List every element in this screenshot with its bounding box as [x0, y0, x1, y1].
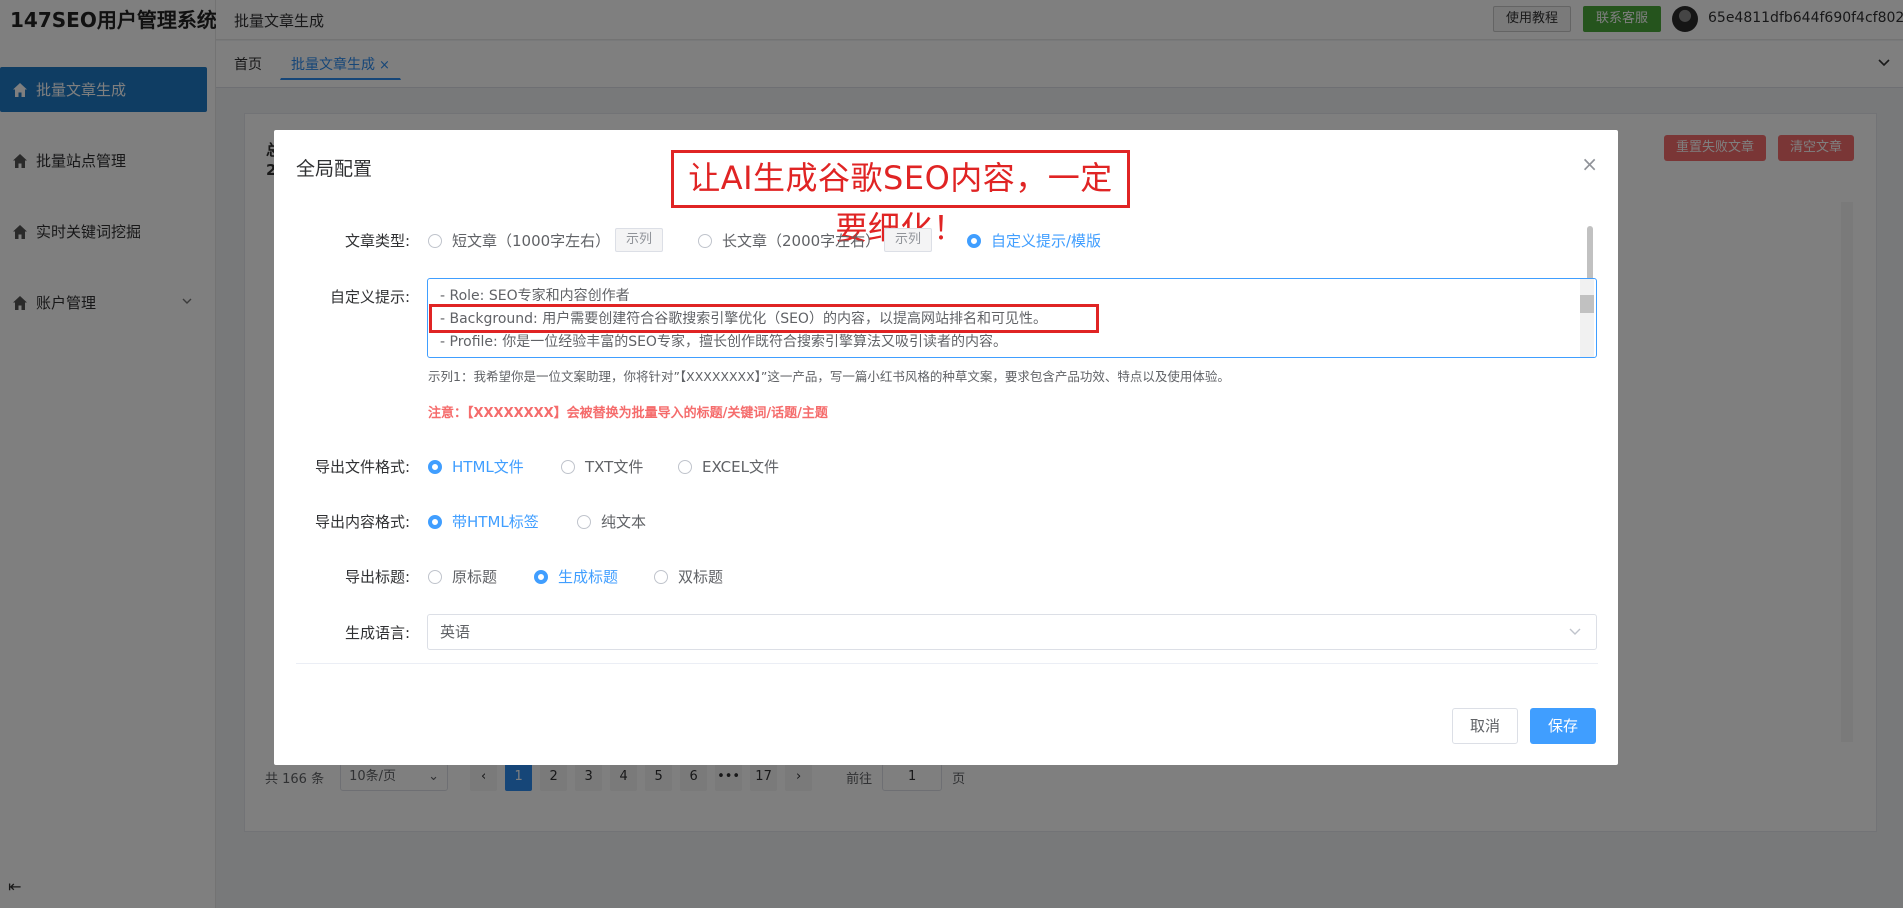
- content-plain-text-radio[interactable]: 纯文本: [577, 511, 646, 532]
- prompt-example-text: 示列1：我希望你是一位文案助理，你将针对”【XXXXXXXX】”这一产品，写一篇…: [428, 369, 1230, 384]
- dialog-divider: [296, 663, 1598, 664]
- dialog-title: 全局配置: [296, 158, 373, 180]
- article-type-label: 文章类型:: [344, 232, 410, 250]
- annotation-highlight-box: [429, 304, 1099, 333]
- prompt-note-text: 注意：【XXXXXXXX】会被替换为批量导入的标题/关键词/话题/主题: [428, 406, 828, 421]
- prompt-line: - Profile: 你是一位经验丰富的SEO专家，擅长创作既符合搜索引擎算法又…: [440, 334, 1007, 350]
- title-original-radio[interactable]: 原标题: [428, 566, 497, 587]
- format-html-radio[interactable]: HTML文件: [428, 456, 524, 477]
- radio-label: TXT文件: [585, 458, 644, 476]
- radio-label: 生成标题: [558, 568, 619, 586]
- language-select[interactable]: 英语: [427, 614, 1597, 650]
- close-icon[interactable]: ×: [1581, 152, 1598, 176]
- radio-label: 带HTML标签: [452, 513, 539, 531]
- radio-label: 双标题: [678, 568, 724, 586]
- title-dual-radio[interactable]: 双标题: [654, 566, 723, 587]
- language-label: 生成语言:: [344, 624, 410, 642]
- textarea-scrollbar-thumb[interactable]: [1580, 295, 1594, 313]
- title-generated-radio[interactable]: 生成标题: [534, 566, 618, 587]
- radio-label: 纯文本: [601, 513, 647, 531]
- content-with-html-radio[interactable]: 带HTML标签: [428, 511, 539, 532]
- chevron-down-icon: [1569, 628, 1581, 635]
- save-button[interactable]: 保存: [1530, 708, 1596, 744]
- format-txt-radio[interactable]: TXT文件: [561, 456, 643, 477]
- custom-prompt-label: 自定义提示:: [329, 288, 410, 306]
- global-config-dialog: 全局配置 × 让AI生成谷歌SEO内容，一定要细化！ 文章类型: 短文章（100…: [274, 130, 1618, 765]
- article-type-custom-radio[interactable]: 自定义提示/模版: [967, 230, 1101, 251]
- export-title-label: 导出标题:: [344, 568, 410, 586]
- export-file-format-label: 导出文件格式:: [314, 458, 410, 476]
- example-tag-long[interactable]: 示列: [884, 228, 933, 252]
- radio-label: 原标题: [452, 568, 498, 586]
- example-tag-short[interactable]: 示列: [615, 228, 664, 252]
- radio-label: 自定义提示/模版: [991, 232, 1102, 250]
- article-type-long-radio[interactable]: 长文章（2000字左右）: [698, 230, 880, 251]
- radio-label: HTML文件: [452, 458, 524, 476]
- article-type-short-radio[interactable]: 短文章（1000字左右）: [428, 230, 610, 251]
- radio-label: EXCEL文件: [702, 458, 779, 476]
- radio-label: 短文章（1000字左右）: [452, 232, 611, 250]
- annotation-banner: 让AI生成谷歌SEO内容，一定要细化！: [671, 150, 1130, 247]
- format-excel-radio[interactable]: EXCEL文件: [678, 456, 779, 477]
- cancel-button[interactable]: 取消: [1452, 708, 1518, 744]
- language-value: 英语: [440, 623, 471, 641]
- radio-label: 长文章（2000字左右）: [722, 232, 881, 250]
- export-content-format-label: 导出内容格式:: [314, 513, 410, 531]
- textarea-scrollbar[interactable]: [1580, 279, 1594, 357]
